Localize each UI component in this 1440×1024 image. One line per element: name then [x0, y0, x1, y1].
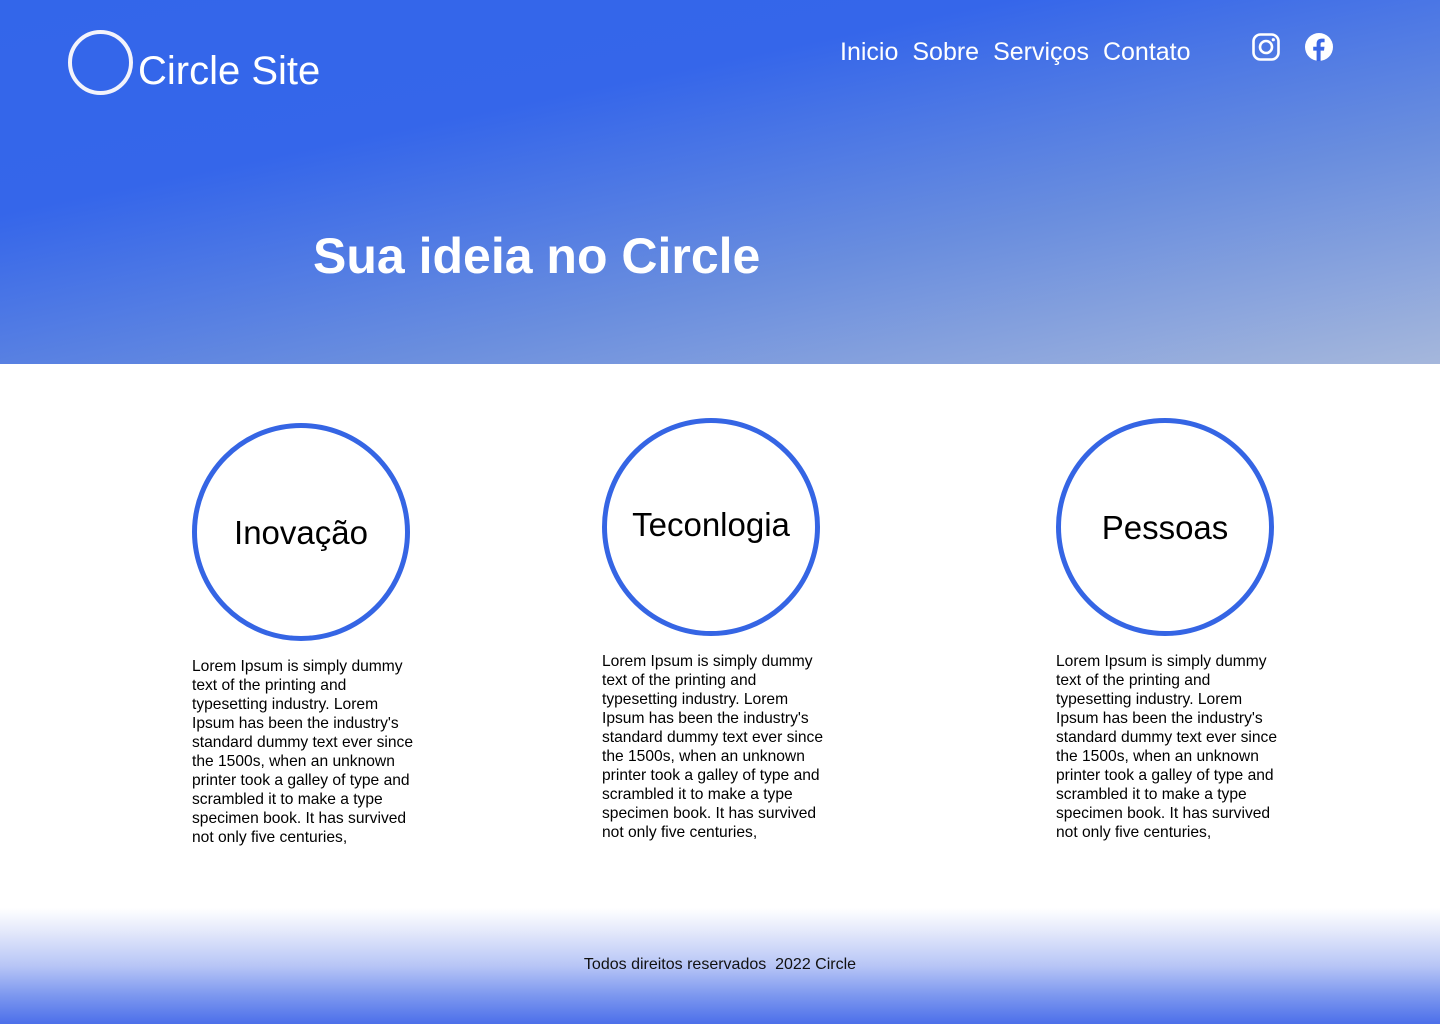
feature-text: Lorem Ipsum is simply dummy text of the … — [192, 658, 414, 846]
feature-circle-inovacao: Inovação — [192, 423, 410, 641]
footer-copyright: Todos direitos reservados 2022 Circle — [583, 956, 857, 973]
feature-title: Pessoas — [1101, 509, 1229, 546]
nav-item-inicio[interactable]: Inicio — [840, 36, 898, 68]
facebook-icon[interactable] — [1304, 32, 1334, 62]
feature-text: Lorem Ipsum is simply dummy text of the … — [1056, 653, 1278, 841]
hero-title: Sua ideia no Circle — [313, 228, 761, 284]
nav-item-servicos[interactable]: Serviços — [993, 36, 1089, 68]
logo-circle-icon[interactable] — [68, 30, 133, 95]
footer: Todos direitos reservados 2022 Circle — [0, 908, 1440, 1024]
hero-header: Circle Site Inicio Sobre Serviços Contat… — [0, 0, 1440, 364]
feature-circle-pessoas: Pessoas — [1056, 418, 1274, 636]
feature-circle-tecnologia: Teconlogia — [602, 418, 820, 636]
feature-text: Lorem Ipsum is simply dummy text of the … — [602, 653, 824, 841]
page: Circle Site Inicio Sobre Serviços Contat… — [0, 0, 1440, 1024]
instagram-icon[interactable] — [1251, 32, 1281, 62]
feature-title: Teconlogia — [632, 506, 790, 543]
nav-item-contato[interactable]: Contato — [1103, 36, 1191, 68]
site-logo-text[interactable]: Circle Site — [138, 47, 320, 95]
nav-item-sobre[interactable]: Sobre — [912, 36, 979, 68]
main-nav: Inicio Sobre Serviços Contato — [840, 36, 1191, 68]
feature-title: Inovação — [234, 514, 368, 551]
